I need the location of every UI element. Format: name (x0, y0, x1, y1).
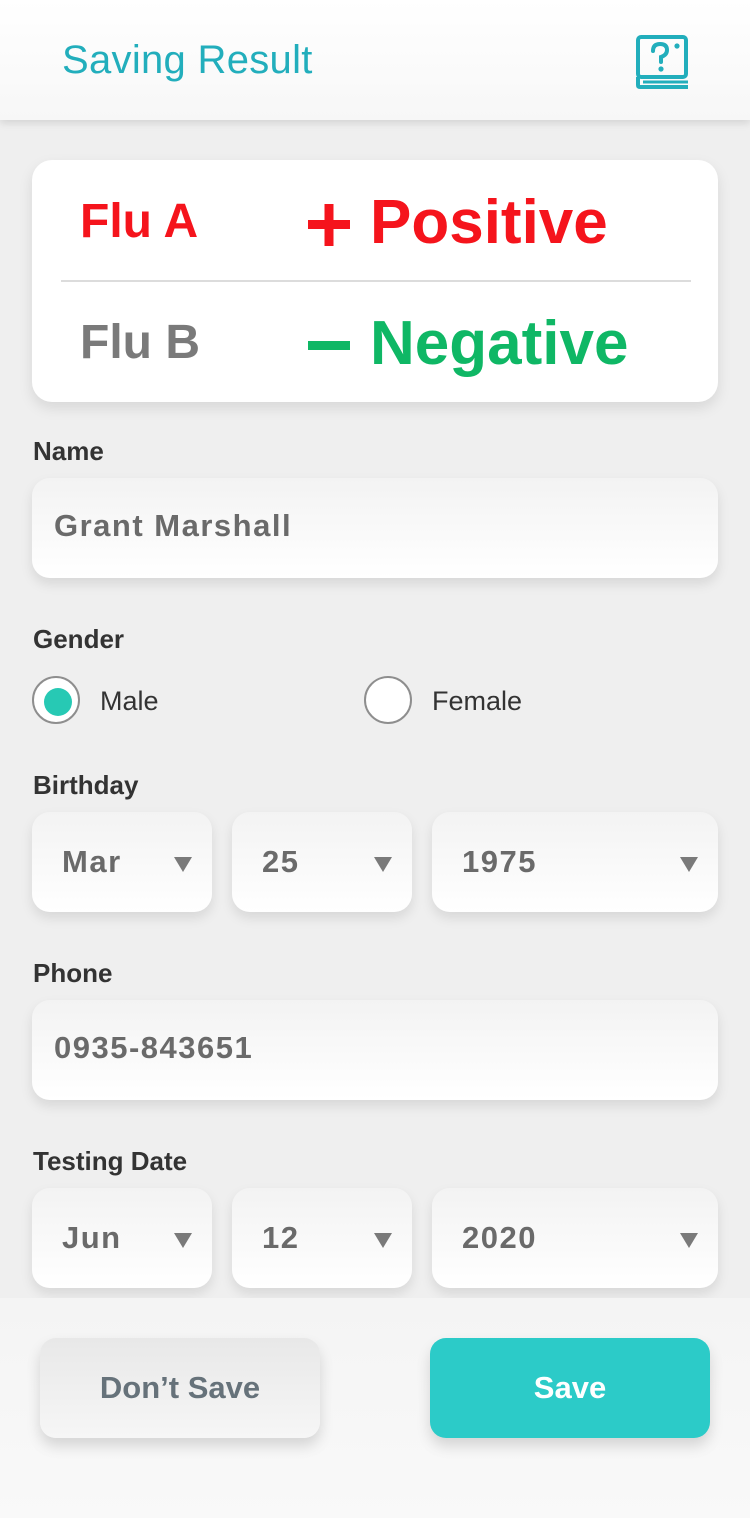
help-button[interactable] (634, 34, 692, 90)
birthday-day-select[interactable]: 25 (232, 812, 412, 912)
footer-bar: Don’t Save Save (0, 1298, 750, 1518)
name-value: Grant Marshall (54, 508, 293, 543)
gender-label: Gender (33, 624, 125, 654)
gender-male-label: Male (100, 686, 159, 716)
gender-radio-male[interactable]: Male (32, 676, 232, 724)
birthday-day-value: 25 (262, 844, 300, 879)
name-field[interactable]: Grant Marshall (32, 478, 718, 578)
testing-day-select[interactable]: 12 (232, 1188, 412, 1288)
name-label: Name (33, 436, 104, 466)
chevron-down-icon (374, 1233, 392, 1248)
phone-value: 0935-843651 (54, 1030, 254, 1065)
phone-field[interactable]: 0935-843651 (32, 1000, 718, 1100)
plus-icon (308, 204, 350, 246)
chevron-down-icon (174, 1233, 192, 1248)
gender-radio-female[interactable]: Female (364, 676, 584, 724)
flu-a-label: Flu A (80, 195, 199, 248)
flu-b-result-value: Negative (370, 309, 629, 378)
flu-b-label: Flu B (80, 316, 200, 369)
testing-month-value: Jun (62, 1220, 122, 1255)
testing-date-label: Testing Date (33, 1146, 188, 1176)
chevron-down-icon (680, 857, 698, 872)
phone-label: Phone (33, 958, 113, 988)
dont-save-button[interactable]: Don’t Save (40, 1338, 320, 1438)
minus-icon (308, 341, 350, 350)
birthday-year-select[interactable]: 1975 (432, 812, 718, 912)
test-result-card: Flu A Positive Flu B Negative (32, 160, 718, 402)
flu-a-result-row: Flu A Positive (32, 160, 718, 280)
flu-a-result-value: Positive (370, 188, 608, 257)
birthday-month-value: Mar (62, 844, 122, 879)
save-button[interactable]: Save (430, 1338, 710, 1438)
chevron-down-icon (680, 1233, 698, 1248)
radio-selected-icon (32, 676, 80, 724)
book-question-icon (636, 35, 688, 89)
testing-day-value: 12 (262, 1220, 300, 1255)
testing-month-select[interactable]: Jun (32, 1188, 212, 1288)
chevron-down-icon (374, 857, 392, 872)
header-bar: Saving Result (0, 0, 750, 120)
flu-b-result-row: Flu B Negative (32, 281, 718, 401)
birthday-label: Birthday (33, 770, 139, 800)
chevron-down-icon (174, 857, 192, 872)
birthday-year-value: 1975 (462, 844, 537, 879)
gender-female-label: Female (432, 686, 523, 716)
app-screen: Saving Result Flu A Positive Flu B Negat… (0, 0, 750, 1518)
radio-unselected-icon (364, 676, 412, 724)
page-title: Saving Result (62, 38, 313, 82)
birthday-month-select[interactable]: Mar (32, 812, 212, 912)
testing-year-value: 2020 (462, 1220, 537, 1255)
testing-year-select[interactable]: 2020 (432, 1188, 718, 1288)
